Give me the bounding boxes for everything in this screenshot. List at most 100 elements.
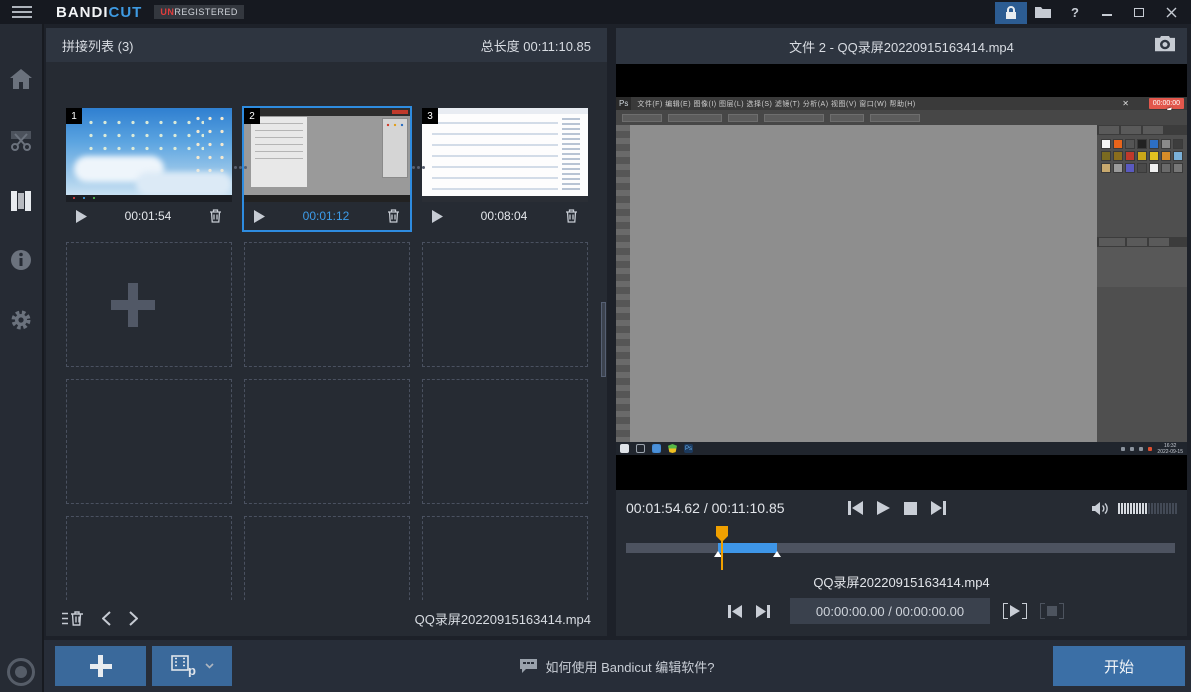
start-icon xyxy=(620,444,629,453)
join-list-title: 拼接列表 (3) xyxy=(62,36,134,55)
chat-bubble-icon xyxy=(520,659,537,673)
ps-menu-items: 文件(F) 编辑(E) 图像(I) 图层(L) 选择(S) 滤镜(T) 分析(A… xyxy=(637,99,915,109)
segment-controls-row: 00:00:00.00 / 00:00:00.00 xyxy=(616,594,1187,628)
chevron-down-icon xyxy=(205,663,214,669)
home-icon[interactable] xyxy=(0,62,42,96)
window-controls: ? xyxy=(995,0,1191,24)
clip-delete-icon[interactable] xyxy=(209,209,222,223)
speaker-icon xyxy=(1092,501,1110,516)
next-frame-icon[interactable] xyxy=(931,501,946,515)
lock-icon[interactable] xyxy=(995,2,1027,24)
segment-start-jump-icon[interactable] xyxy=(728,605,742,618)
clip-thumbnail-3[interactable]: 3 xyxy=(422,108,588,202)
recording-close-glyph: ✕ xyxy=(1122,99,1129,108)
empty-slot xyxy=(244,516,410,600)
empty-slot xyxy=(244,379,410,504)
ps-color-swatches xyxy=(1097,135,1187,177)
clip-delete-icon[interactable] xyxy=(565,209,578,223)
clip-number-badge: 1 xyxy=(66,108,82,124)
seek-bar-track[interactable] xyxy=(626,543,1175,553)
playhead-pin[interactable] xyxy=(715,526,729,570)
sidebar xyxy=(0,24,44,692)
photoshop-taskbar-icon: Ps xyxy=(684,444,693,453)
start-button[interactable]: 开始 xyxy=(1053,646,1185,686)
hamburger-menu-icon[interactable] xyxy=(0,0,44,24)
segment-end-jump-icon[interactable] xyxy=(756,605,770,618)
help-text[interactable]: 如何使用 Bandicut 编辑软件? xyxy=(545,657,714,676)
clip-delete-icon[interactable] xyxy=(387,209,400,223)
join-list-footer: QQ录屏20220915163414.mp4 xyxy=(46,600,607,636)
maximize-icon[interactable] xyxy=(1123,0,1155,24)
join-list-grid: 1 00:01:54 2 00:01:12 xyxy=(46,62,607,600)
player-panel: 文件 2 - QQ录屏20220915163414.mp4 Ps 文件(F) 编… xyxy=(616,28,1187,636)
playback-controls-row: 00:01:54.62 / 00:11:10.85 xyxy=(616,490,1187,526)
recording-timer-badge: 00:00:00 xyxy=(1149,98,1184,109)
clip-play-icon[interactable] xyxy=(254,210,265,223)
previous-frame-icon[interactable] xyxy=(848,501,863,515)
clip-cell-2[interactable]: 2 00:01:12 xyxy=(244,108,410,230)
clip-duration: 00:01:12 xyxy=(265,209,387,223)
clip-play-icon[interactable] xyxy=(76,210,87,223)
browser-icon xyxy=(652,444,661,453)
info-icon[interactable] xyxy=(0,243,42,277)
empty-slot xyxy=(422,516,588,600)
stop-segment-button xyxy=(1040,603,1064,619)
clip-number-badge: 2 xyxy=(244,108,260,124)
clip-connector-dots xyxy=(411,166,425,169)
settings-gear-icon[interactable] xyxy=(0,303,42,337)
clip-play-icon[interactable] xyxy=(432,210,443,223)
clip-duration: 00:08:04 xyxy=(443,209,565,223)
clip-cell-3[interactable]: 3 00:08:04 xyxy=(422,108,588,230)
clip-cell-1[interactable]: 1 00:01:54 xyxy=(66,108,232,230)
ps-canvas xyxy=(630,125,1097,442)
app-logo: BANDICUT xyxy=(56,4,142,21)
bottom-bar: 如何使用 Bandicut 编辑软件? p 开始 xyxy=(44,640,1191,692)
volume-bars[interactable] xyxy=(1118,503,1177,514)
join-filmstrip-icon[interactable] xyxy=(0,184,42,218)
join-list-panel: 拼接列表 (3) 总长度 00:11:10.85 1 00:01:54 2 xyxy=(46,28,607,636)
total-duration: 总长度 00:11:10.85 xyxy=(481,36,591,55)
antivirus-icon xyxy=(668,444,677,453)
stop-icon[interactable] xyxy=(904,502,917,515)
empty-slot xyxy=(244,242,410,367)
clip-connector-dots xyxy=(233,166,247,169)
open-folder-icon[interactable] xyxy=(1027,0,1059,24)
clip-thumbnail-2[interactable]: 2 xyxy=(244,108,410,202)
clip-duration: 00:01:54 xyxy=(87,209,209,223)
empty-slot xyxy=(66,516,232,600)
windows-taskbar: Ps 16:32 2022-09-15 xyxy=(616,442,1187,455)
empty-slot xyxy=(422,379,588,504)
close-icon[interactable] xyxy=(1155,0,1187,24)
logo-text-primary: BANDI xyxy=(56,4,109,21)
taskbar-date: 2022-09-15 xyxy=(1157,449,1183,455)
segment-end-marker[interactable] xyxy=(773,551,781,557)
ps-toolbar xyxy=(616,125,630,442)
video-frame-content: Ps 文件(F) 编辑(E) 图像(I) 图层(L) 选择(S) 滤镜(T) 分… xyxy=(616,97,1187,455)
record-icon[interactable] xyxy=(7,658,35,686)
video-preview[interactable]: Ps 文件(F) 编辑(E) 图像(I) 图层(L) 选择(S) 滤镜(T) 分… xyxy=(616,64,1187,490)
empty-slot xyxy=(66,379,232,504)
prev-page-chevron-icon[interactable] xyxy=(102,611,111,626)
unregistered-badge: UNREGISTERED xyxy=(154,5,244,19)
output-format-button[interactable]: p xyxy=(152,646,232,686)
seek-bar-zone xyxy=(616,526,1187,574)
player-title: 文件 2 - QQ录屏20220915163414.mp4 xyxy=(789,37,1014,56)
list-scrollbar-thumb[interactable] xyxy=(601,302,606,377)
minimize-icon[interactable] xyxy=(1091,0,1123,24)
volume-control[interactable] xyxy=(1092,501,1177,516)
join-list-header: 拼接列表 (3) 总长度 00:11:10.85 xyxy=(46,28,607,62)
play-icon[interactable] xyxy=(877,501,890,515)
add-file-button[interactable] xyxy=(55,646,146,686)
help-icon[interactable]: ? xyxy=(1059,0,1091,24)
snapshot-camera-icon[interactable] xyxy=(1155,36,1175,52)
next-page-chevron-icon[interactable] xyxy=(129,611,138,626)
clip-thumbnail-1[interactable]: 1 xyxy=(66,108,232,202)
empty-slot-add[interactable] xyxy=(66,242,232,367)
play-segment-button[interactable] xyxy=(1003,603,1027,619)
cut-scissors-icon[interactable] xyxy=(0,124,42,158)
selected-file-name: QQ录屏20220915163414.mp4 xyxy=(415,609,591,628)
segment-time-display[interactable]: 00:00:00.00 / 00:00:00.00 xyxy=(790,598,990,624)
clear-list-icon[interactable] xyxy=(62,611,84,626)
player-header: 文件 2 - QQ录屏20220915163414.mp4 xyxy=(616,28,1187,64)
player-file-name: QQ录屏20220915163414.mp4 xyxy=(616,572,1187,591)
